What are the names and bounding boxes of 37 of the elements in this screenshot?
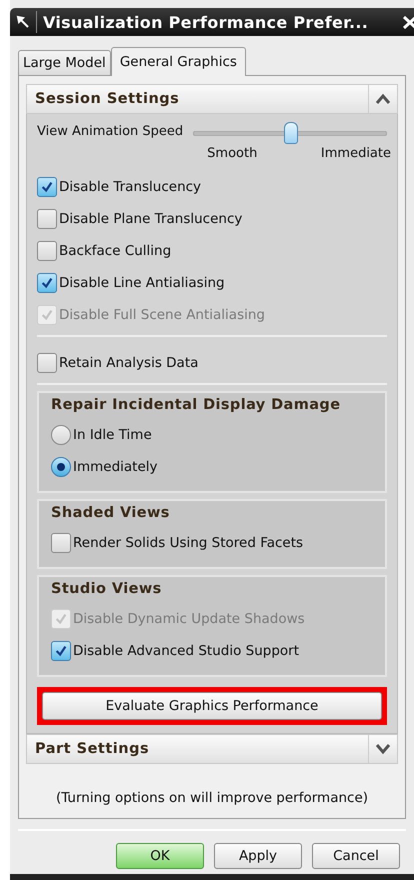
dialog-button[interactable]: Cancel bbox=[312, 843, 400, 869]
checkbox-option[interactable]: Disable Translucency bbox=[37, 177, 387, 197]
tab[interactable]: General Graphics bbox=[110, 47, 246, 76]
checkbox-option[interactable]: Disable Plane Translucency bbox=[37, 209, 387, 229]
checkbox-option[interactable]: Disable Line Antialiasing bbox=[37, 273, 387, 293]
checkbox-option[interactable]: Disable Advanced Studio Support bbox=[51, 641, 379, 661]
section-title: Session Settings bbox=[34, 91, 180, 107]
close-icon[interactable] bbox=[402, 15, 414, 29]
slider-min-label: Smooth bbox=[207, 146, 258, 161]
collapse-icon[interactable] bbox=[375, 93, 391, 105]
group-title: Repair Incidental Display Damage bbox=[50, 397, 342, 413]
section-title: Part Settings bbox=[34, 741, 150, 757]
checkmark-icon bbox=[54, 612, 68, 626]
checkmark-icon bbox=[40, 180, 54, 194]
evaluate-button[interactable]: Evaluate Graphics Performance bbox=[42, 692, 382, 720]
slider-max-label: Immediate bbox=[320, 146, 391, 161]
dialog-button[interactable]: Apply bbox=[214, 843, 302, 869]
tab[interactable]: Large Model bbox=[18, 50, 111, 75]
group-title: Studio Views bbox=[50, 581, 163, 597]
checkmark-icon bbox=[54, 644, 68, 658]
checkmark-icon bbox=[40, 276, 54, 290]
expand-icon[interactable] bbox=[375, 743, 391, 755]
section-header[interactable]: Session Settings bbox=[26, 84, 398, 114]
slider-track[interactable] bbox=[193, 122, 387, 144]
radio-option[interactable]: Immediately bbox=[51, 457, 379, 477]
hint-text: (Turning options on will improve performance) bbox=[54, 790, 370, 806]
radio-option[interactable]: In Idle Time bbox=[51, 425, 379, 445]
checkbox-option[interactable]: Retain Analysis Data bbox=[37, 353, 387, 373]
group-title: Shaded Views bbox=[50, 505, 171, 521]
window-title: Visualization Performance Prefer... bbox=[43, 12, 370, 32]
checkbox-option[interactable]: Render Solids Using Stored Facets bbox=[51, 533, 379, 553]
slider-label: View Animation Speed bbox=[37, 124, 184, 139]
section-header[interactable]: Part Settings bbox=[26, 734, 398, 764]
checkmark-icon bbox=[40, 308, 54, 322]
checkbox-option[interactable]: Backface Culling bbox=[37, 241, 387, 261]
slider-thumb[interactable] bbox=[284, 122, 298, 144]
dialog-button[interactable]: OK bbox=[116, 843, 204, 869]
